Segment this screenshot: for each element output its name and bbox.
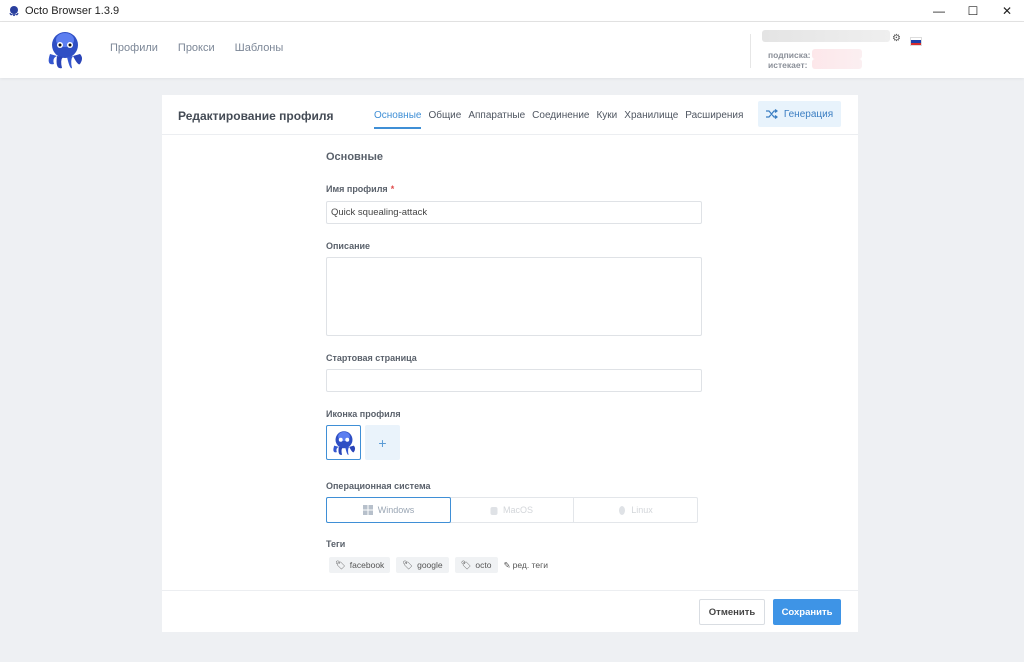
description-label: Описание (326, 241, 371, 251)
tag-icon: 🏷 (335, 559, 346, 570)
tag-item[interactable]: 🏷 google (396, 557, 449, 573)
add-icon-button[interactable]: + (365, 425, 400, 460)
os-macos-label: MacOS (502, 505, 533, 515)
os-option-windows[interactable]: Windows (326, 497, 451, 523)
gear-icon[interactable]: ⚙ (892, 33, 901, 44)
octo-app-icon (9, 5, 19, 16)
os-linux-label: Linux (631, 505, 653, 515)
os-option-macos[interactable]: MacOS (450, 498, 574, 522)
nav-templates[interactable]: Шаблоны (235, 42, 284, 54)
tab-extensions[interactable]: Расширения (685, 110, 743, 129)
edit-tags-label: ред. теги (512, 560, 548, 570)
description-textarea[interactable] (326, 257, 702, 336)
main-nav: Профили Прокси Шаблоны (110, 42, 283, 54)
account-email-redacted (762, 30, 890, 42)
os-selector: Windows MacOS Linux (326, 497, 698, 523)
russian-flag-icon[interactable] (910, 37, 922, 46)
tag-label: facebook (349, 560, 385, 570)
os-option-linux[interactable]: Linux (574, 498, 697, 522)
tag-label: google (417, 560, 443, 570)
editor-title: Редактирование профиля (178, 109, 334, 123)
profile-icon-selected[interactable] (326, 425, 361, 460)
cancel-button[interactable]: Отменить (699, 599, 765, 625)
edit-tags-button[interactable]: ✎ ред. теги (504, 560, 548, 571)
editor-header: Редактирование профиля Основные Общие Ап… (162, 95, 858, 135)
nav-proxies[interactable]: Прокси (178, 42, 215, 54)
required-mark: * (390, 184, 395, 194)
profile-editor-card: Редактирование профиля Основные Общие Ап… (162, 95, 858, 632)
section-title: Основные (326, 151, 383, 163)
os-windows-label: Windows (377, 505, 415, 515)
header-divider (750, 34, 751, 68)
tag-icon: 🏷 (460, 559, 472, 570)
save-button[interactable]: Сохранить (773, 599, 841, 625)
tag-icon: 🏷 (402, 559, 414, 570)
tab-cookies[interactable]: Куки (596, 110, 617, 129)
nav-profiles[interactable]: Профили (110, 42, 158, 54)
tab-storage[interactable]: Хранилище (624, 110, 678, 129)
maximize-button[interactable]: ☐ (956, 0, 990, 22)
profile-name-label: Имя профиля * (326, 184, 394, 194)
tag-item[interactable]: 🏷 octo (454, 557, 498, 573)
tags-list: 🏷 facebook 🏷 google 🏷 octo ✎ ред. теги (329, 557, 548, 573)
octo-profile-icon (332, 430, 355, 455)
octo-logo-icon[interactable] (42, 28, 88, 72)
tab-general[interactable]: Общие (428, 110, 461, 129)
window-titlebar: Octo Browser 1.3.9 — ☐ ✕ (0, 0, 1024, 22)
tab-basic[interactable]: Основные (374, 110, 422, 129)
tab-hardware[interactable]: Аппаратные (468, 110, 525, 129)
minimize-button[interactable]: — (922, 0, 956, 22)
tag-label: octo (475, 560, 492, 570)
start-page-input[interactable] (326, 369, 702, 392)
window-title: Octo Browser 1.3.9 (25, 4, 120, 17)
subscription-label: подписка: (768, 50, 811, 60)
profile-icon-label: Иконка профиля (326, 409, 401, 419)
expires-label: истекает: (768, 60, 808, 70)
subscription-value-redacted (812, 49, 862, 59)
apple-icon (490, 507, 498, 515)
close-button[interactable]: ✕ (990, 0, 1024, 22)
profile-name-label-text: Имя профиля (326, 184, 388, 194)
app-header: Профили Прокси Шаблоны ⚙ подписка: истек… (0, 22, 1024, 78)
generate-button[interactable]: Генерация (758, 101, 841, 127)
expires-value-redacted (812, 59, 862, 69)
tag-item[interactable]: 🏷 facebook (329, 557, 391, 573)
windows-icon (362, 505, 373, 515)
editor-footer: Отменить Сохранить (162, 590, 858, 632)
generate-label: Генерация (783, 108, 834, 120)
edit-icon: ✎ (503, 559, 511, 570)
os-label: Операционная система (326, 481, 431, 491)
shuffle-icon (765, 109, 778, 119)
profile-name-input[interactable]: Quick squealing-attack (326, 201, 702, 224)
tab-connection[interactable]: Соединение (532, 110, 589, 129)
editor-tabs: Основные Общие Аппаратные Соединение Кук… (374, 110, 743, 129)
linux-icon (619, 506, 626, 515)
start-page-label: Стартовая страница (326, 353, 417, 363)
basic-form: Основные Имя профиля * Quick squealing-at… (326, 151, 702, 573)
tags-label: Теги (326, 539, 346, 549)
